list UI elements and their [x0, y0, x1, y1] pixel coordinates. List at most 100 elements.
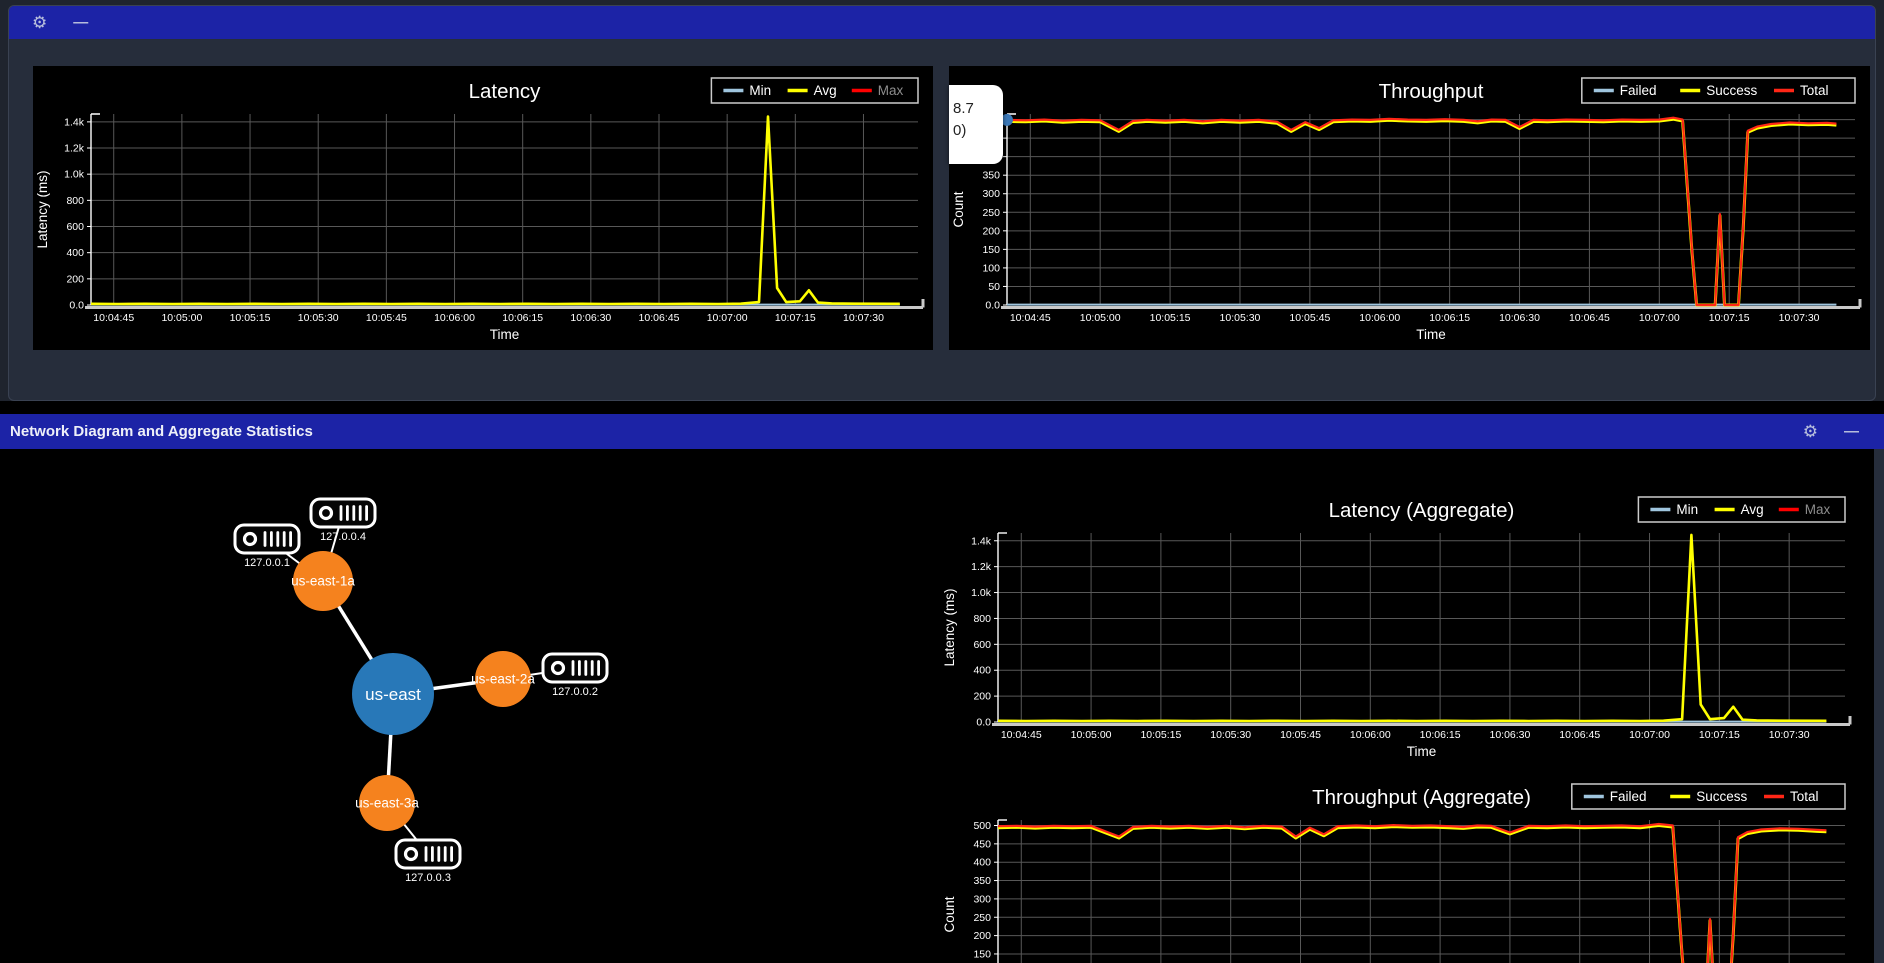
throughput-chart[interactable]: 0.05010015020025030035040045050010:04:45… — [949, 66, 1870, 350]
svg-text:1.2k: 1.2k — [971, 561, 992, 573]
svg-text:300: 300 — [973, 893, 991, 905]
svg-text:150: 150 — [973, 948, 991, 960]
network-diagram[interactable]: 127.0.0.1 127.0.0.4 127.0.0.2 127.0.0.3 us-e… — [10, 449, 934, 963]
chart-tooltip: 8.7 0) — [949, 85, 1003, 164]
svg-text:Count: Count — [951, 191, 966, 227]
svg-text:10:05:00: 10:05:00 — [1080, 312, 1121, 324]
svg-text:Failed: Failed — [1610, 789, 1647, 804]
device-icon[interactable]: 127.0.0.3 — [396, 840, 460, 884]
svg-text:10:04:45: 10:04:45 — [93, 312, 134, 324]
svg-text:Time: Time — [1407, 744, 1437, 759]
device-icon[interactable]: 127.0.0.2 — [543, 654, 607, 698]
svg-text:Count: Count — [942, 896, 957, 932]
node-us-east[interactable]: us-east — [352, 653, 434, 735]
svg-text:800: 800 — [66, 195, 84, 207]
svg-text:10:07:00: 10:07:00 — [1639, 312, 1680, 324]
svg-text:us-east-3a: us-east-3a — [355, 796, 419, 811]
tooltip-line-2: 0) — [953, 120, 1003, 142]
svg-text:Max: Max — [1805, 502, 1831, 517]
svg-text:Total: Total — [1790, 789, 1819, 804]
svg-text:400: 400 — [973, 857, 991, 869]
svg-text:Success: Success — [1696, 789, 1747, 804]
tooltip-line-1: 8.7 — [953, 98, 1003, 120]
latency-aggregate-chart[interactable]: 0.02004006008001.0k1.2k1.4k10:04:4510:05… — [940, 485, 1860, 767]
svg-text:150: 150 — [982, 244, 1000, 256]
svg-text:Failed: Failed — [1620, 83, 1657, 98]
svg-text:800: 800 — [973, 613, 991, 625]
node-us-east-3a[interactable]: us-east-3a — [355, 775, 419, 831]
svg-text:127.0.0.2: 127.0.0.2 — [552, 686, 598, 698]
svg-text:10:06:45: 10:06:45 — [1569, 312, 1610, 324]
svg-text:10:04:45: 10:04:45 — [1001, 729, 1042, 741]
svg-text:10:07:15: 10:07:15 — [1699, 729, 1740, 741]
svg-text:10:06:00: 10:06:00 — [434, 312, 475, 324]
svg-text:0.0: 0.0 — [976, 717, 991, 729]
minimize-button[interactable]: — — [1844, 424, 1858, 439]
bottom-panel: Network Diagram and Aggregate Statistics… — [0, 414, 1884, 963]
svg-text:10:05:30: 10:05:30 — [1220, 312, 1261, 324]
svg-text:10:06:00: 10:06:00 — [1350, 729, 1391, 741]
svg-text:10:06:30: 10:06:30 — [1489, 729, 1530, 741]
svg-text:0.0: 0.0 — [985, 300, 1000, 312]
panel-divider — [0, 401, 1884, 414]
node-us-east-1a[interactable]: us-east-1a — [291, 551, 355, 611]
svg-text:350: 350 — [973, 875, 991, 887]
minimize-button[interactable]: — — [73, 15, 87, 30]
latency-chart[interactable]: 0.02004006008001.0k1.2k1.4k10:04:4510:05… — [33, 66, 933, 350]
svg-text:127.0.0.1: 127.0.0.1 — [244, 557, 290, 569]
svg-text:10:05:45: 10:05:45 — [1289, 312, 1330, 324]
svg-text:10:07:15: 10:07:15 — [775, 312, 816, 324]
svg-text:127.0.0.4: 127.0.0.4 — [320, 531, 366, 543]
svg-text:Time: Time — [1416, 327, 1446, 342]
svg-text:50: 50 — [988, 281, 1000, 293]
svg-text:300: 300 — [982, 188, 1000, 200]
svg-text:us-east-2a: us-east-2a — [471, 672, 535, 687]
svg-text:Total: Total — [1800, 83, 1829, 98]
svg-text:400: 400 — [66, 247, 84, 259]
svg-text:350: 350 — [982, 170, 1000, 182]
svg-text:10:05:15: 10:05:15 — [230, 312, 271, 324]
svg-text:10:07:00: 10:07:00 — [707, 312, 748, 324]
svg-text:400: 400 — [973, 665, 991, 677]
svg-text:250: 250 — [973, 912, 991, 924]
svg-text:600: 600 — [66, 221, 84, 233]
svg-text:10:05:30: 10:05:30 — [298, 312, 339, 324]
svg-text:10:06:30: 10:06:30 — [570, 312, 611, 324]
svg-text:10:06:45: 10:06:45 — [1559, 729, 1600, 741]
svg-text:10:07:30: 10:07:30 — [1769, 729, 1810, 741]
svg-text:250: 250 — [982, 207, 1000, 219]
svg-text:Latency (ms): Latency (ms) — [35, 170, 50, 248]
svg-text:450: 450 — [973, 838, 991, 850]
svg-text:10:05:15: 10:05:15 — [1140, 729, 1181, 741]
gear-icon[interactable]: ⚙ — [32, 14, 47, 31]
svg-text:200: 200 — [973, 930, 991, 942]
svg-text:10:07:15: 10:07:15 — [1709, 312, 1750, 324]
gear-icon[interactable]: ⚙ — [1803, 423, 1818, 440]
svg-text:10:05:45: 10:05:45 — [1280, 729, 1321, 741]
svg-text:Avg: Avg — [814, 83, 837, 98]
svg-text:Max: Max — [878, 83, 904, 98]
svg-text:10:05:30: 10:05:30 — [1210, 729, 1251, 741]
top-panel-header: ⚙ — — [9, 6, 1875, 39]
svg-text:Min: Min — [749, 83, 771, 98]
top-charts-row: 0.02004006008001.0k1.2k1.4k10:04:4510:05… — [9, 39, 1875, 350]
device-icon[interactable]: 127.0.0.4 — [311, 499, 375, 543]
svg-text:200: 200 — [973, 691, 991, 703]
svg-text:Min: Min — [1676, 502, 1698, 517]
bottom-panel-content: 127.0.0.1 127.0.0.4 127.0.0.2 127.0.0.3 us-e… — [0, 449, 1874, 963]
svg-text:10:06:15: 10:06:15 — [1420, 729, 1461, 741]
svg-text:1.0k: 1.0k — [971, 587, 992, 599]
node-us-east-2a[interactable]: us-east-2a — [471, 651, 535, 707]
throughput-aggregate-chart[interactable]: 0.05010015020025030035040045050010:04:45… — [940, 772, 1860, 963]
svg-text:10:05:45: 10:05:45 — [366, 312, 407, 324]
device-icon[interactable]: 127.0.0.1 — [235, 525, 299, 569]
svg-text:Throughput (Aggregate): Throughput (Aggregate) — [1312, 786, 1531, 809]
svg-text:Avg: Avg — [1741, 502, 1764, 517]
svg-text:Latency (ms): Latency (ms) — [942, 588, 957, 666]
svg-text:Latency: Latency — [469, 80, 542, 103]
svg-text:10:07:30: 10:07:30 — [1779, 312, 1820, 324]
svg-text:10:05:00: 10:05:00 — [1071, 729, 1112, 741]
svg-text:Throughput: Throughput — [1379, 80, 1484, 103]
svg-text:1.4k: 1.4k — [64, 116, 85, 128]
svg-text:Success: Success — [1706, 83, 1757, 98]
